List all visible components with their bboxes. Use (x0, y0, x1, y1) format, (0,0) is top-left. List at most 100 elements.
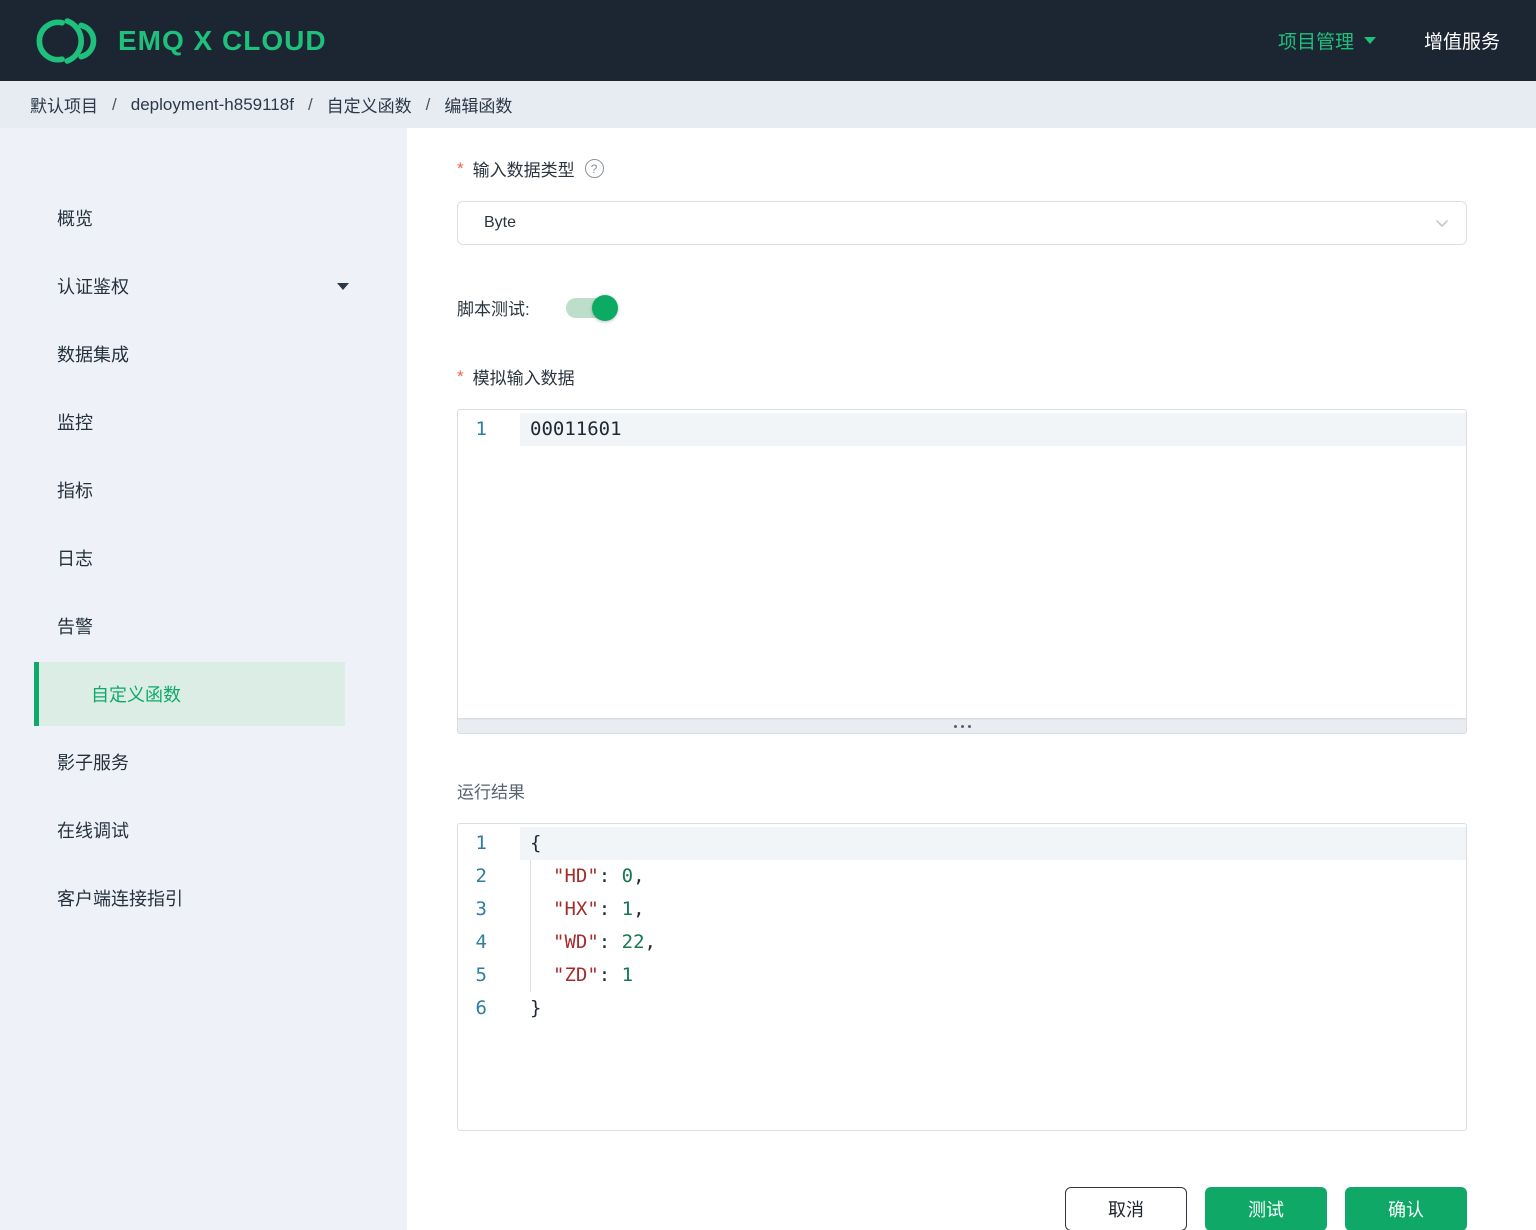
sidebar-item-label: 指标 (57, 481, 93, 501)
top-navbar: EMQ X CLOUD 项目管理 增值服务 (0, 0, 1536, 81)
code-text: "HD": 0, (520, 860, 1466, 893)
json-comma: , (633, 865, 645, 887)
code-line: 3 "HX": 1, (458, 893, 1466, 926)
json-colon: : (598, 898, 622, 920)
sidebar-item-shadow-service[interactable]: 影子服务 (0, 728, 407, 796)
input-data-type-label-row: * 输入数据类型 ? (457, 156, 1467, 181)
sidebar-item-metrics[interactable]: 指标 (0, 456, 407, 524)
breadcrumb-item-edit-function: 编辑函数 (444, 97, 513, 116)
mock-input-label-row: * 模拟输入数据 (457, 364, 1467, 389)
line-number: 1 (475, 418, 487, 440)
sidebar-item-alerts[interactable]: 告警 (0, 592, 407, 660)
json-value: 1 (621, 898, 634, 920)
sidebar-item-label: 日志 (57, 549, 93, 569)
json-key: "HX" (553, 898, 599, 920)
required-mark: * (457, 366, 464, 386)
sidebar-item-label: 监控 (57, 413, 93, 433)
json-colon: : (598, 931, 622, 953)
sidebar-item-monitoring[interactable]: 监控 (0, 388, 407, 456)
json-colon: : (598, 865, 622, 887)
breadcrumb-separator: / (425, 94, 431, 114)
code-line: 1 { (458, 827, 1466, 860)
sidebar-item-custom-functions[interactable]: 自定义函数 (34, 662, 345, 726)
breadcrumb-item-project[interactable]: 默认项目 (30, 92, 98, 117)
sidebar-item-label: 在线调试 (57, 821, 129, 841)
json-value: 1 (621, 964, 634, 986)
code-line: 6 } (458, 992, 1466, 1025)
indent-guide (530, 959, 553, 992)
json-value: 22 (621, 931, 645, 953)
json-key: "ZD" (553, 964, 599, 986)
code-text: "WD": 22, (520, 926, 1466, 959)
json-key: "HD" (553, 865, 599, 887)
chevron-down-icon (1363, 37, 1376, 44)
breadcrumb-separator: / (112, 94, 117, 114)
run-result-editor[interactable]: 1 { 2 "HD": 0, 3 "HX": 1, 4 "WD": 22, 5 (457, 823, 1467, 1131)
code-text: } (520, 992, 1466, 1025)
breadcrumb-item-custom-functions[interactable]: 自定义函数 (327, 92, 412, 117)
form-actions: 取消 测试 确认 (457, 1187, 1467, 1230)
sidebar-item-label: 数据集成 (57, 345, 129, 365)
confirm-button[interactable]: 确认 (1345, 1187, 1467, 1230)
sidebar-item-label: 影子服务 (57, 753, 129, 773)
cancel-button[interactable]: 取消 (1065, 1187, 1187, 1230)
input-data-type-label: 输入数据类型 (472, 161, 575, 180)
line-number: 2 (475, 865, 487, 887)
code-text: 00011601 (520, 413, 1466, 446)
sidebar-item-logs[interactable]: 日志 (0, 524, 407, 592)
script-test-toggle[interactable] (565, 294, 618, 321)
brand-title: EMQ X CLOUD (118, 24, 327, 56)
value-added-services-link[interactable]: 增值服务 (1424, 27, 1500, 54)
editor-resize-handle[interactable] (457, 719, 1467, 734)
project-management-label: 项目管理 (1277, 32, 1354, 53)
code-line: 2 "HD": 0, (458, 860, 1466, 893)
sidebar-item-label: 客户端连接指引 (57, 889, 183, 909)
indent-guide (530, 893, 553, 926)
toggle-knob (591, 294, 618, 321)
project-management-menu[interactable]: 项目管理 (1278, 27, 1376, 54)
breadcrumb: 默认项目 / deployment-h859118f / 自定义函数 / 编辑函… (0, 81, 1536, 128)
json-comma: , (633, 898, 645, 920)
json-key: "WD" (553, 931, 599, 953)
test-button[interactable]: 测试 (1205, 1187, 1327, 1230)
sidebar-item-authentication[interactable]: 认证鉴权 (0, 252, 407, 320)
sidebar-item-label: 告警 (57, 617, 93, 637)
run-result-label: 运行结果 (457, 783, 525, 802)
sidebar-item-online-debug[interactable]: 在线调试 (0, 796, 407, 864)
content-layout: 概览 认证鉴权 数据集成 监控 指标 日志 告警 自定义函数 影子服务 在线调试… (0, 128, 1536, 1230)
sidebar-item-data-integration[interactable]: 数据集成 (0, 320, 407, 388)
json-colon: : (598, 964, 622, 986)
page: EMQ X CLOUD 项目管理 增值服务 默认项目 / deployment-… (0, 0, 1536, 1230)
line-number: 6 (475, 997, 487, 1019)
code-text: { (520, 827, 1466, 860)
sidebar-item-label: 概览 (57, 209, 93, 229)
sidebar-item-overview[interactable]: 概览 (0, 184, 407, 252)
json-brace: { (530, 832, 542, 854)
resize-dots-icon (953, 725, 957, 728)
input-data-type-select[interactable]: Byte (457, 201, 1467, 245)
line-number: 1 (475, 832, 487, 854)
resize-dots-icon (967, 725, 971, 728)
breadcrumb-separator: / (307, 94, 313, 114)
resize-dots-icon (960, 725, 964, 728)
help-icon[interactable]: ? (584, 159, 604, 178)
script-test-label: 脚本测试: (457, 300, 530, 319)
breadcrumb-item-deployment[interactable]: deployment-h859118f (131, 95, 294, 115)
code-text: "ZD": 1 (520, 959, 1466, 992)
indent-guide (530, 926, 553, 959)
code-line: 5 "ZD": 1 (458, 959, 1466, 992)
sidebar: 概览 认证鉴权 数据集成 监控 指标 日志 告警 自定义函数 影子服务 在线调试… (0, 128, 407, 1230)
input-data-type-value: Byte (484, 214, 517, 231)
code-line: 1 00011601 (458, 413, 1466, 446)
emqx-logo-icon[interactable] (36, 15, 102, 67)
code-line: 4 "WD": 22, (458, 926, 1466, 959)
chevron-down-icon (1434, 215, 1450, 231)
required-mark: * (457, 158, 464, 178)
line-number: 5 (475, 964, 487, 986)
sidebar-item-client-connection-guide[interactable]: 客户端连接指引 (0, 864, 407, 932)
chevron-down-icon (337, 282, 349, 290)
json-value: 0 (621, 865, 634, 887)
sidebar-item-label: 认证鉴权 (57, 277, 129, 297)
json-comma: , (644, 931, 656, 953)
mock-input-editor[interactable]: 1 00011601 (457, 409, 1467, 719)
